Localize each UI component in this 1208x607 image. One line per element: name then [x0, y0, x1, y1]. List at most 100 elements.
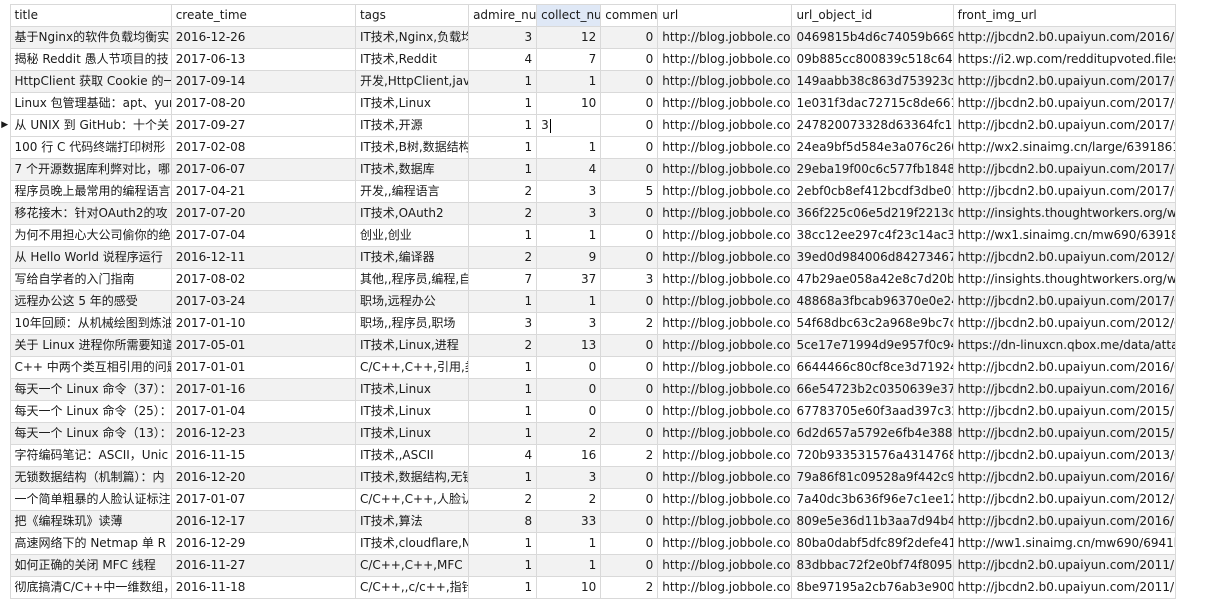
row-selector[interactable] [0, 334, 10, 357]
cell-comment-num[interactable]: 0 [600, 378, 659, 401]
cell-comment-num[interactable]: 5 [600, 180, 659, 203]
results-grid[interactable]: title create_time tags admire_nur collec… [0, 0, 1208, 607]
cell-admire-num[interactable]: 2 [468, 246, 538, 269]
cell-create-time[interactable]: 2017-04-21 [170, 180, 356, 203]
cell-url[interactable]: http://blog.jobbole.com [657, 488, 793, 511]
cell-collect-num[interactable]: 12 [536, 26, 602, 49]
row-selector[interactable] [0, 180, 10, 203]
cell-title[interactable]: HttpClient 获取 Cookie 的一 [9, 70, 172, 93]
cell-tags[interactable]: IT技术,Linux,进程 [354, 334, 470, 357]
cell-url[interactable]: http://blog.jobbole.com [657, 136, 793, 159]
cell-url[interactable]: http://blog.jobbole.com [657, 158, 793, 181]
cell-url[interactable]: http://blog.jobbole.com [657, 26, 793, 49]
cell-comment-num[interactable]: 0 [600, 158, 659, 181]
cell-url-object-id[interactable]: 0469815b4d6c74059b669c [791, 26, 954, 49]
cell-admire-num[interactable]: 3 [468, 26, 538, 49]
cell-create-time[interactable]: 2016-12-26 [170, 26, 356, 49]
cell-comment-num[interactable]: 3 [600, 268, 659, 291]
cell-comment-num[interactable]: 0 [600, 48, 659, 71]
cell-front-img-url[interactable]: http://wx1.sinaimg.cn/mw690/6391861 [952, 224, 1177, 247]
cell-comment-num[interactable]: 0 [600, 246, 659, 269]
cell-comment-num[interactable]: 0 [600, 466, 659, 489]
cell-tags[interactable]: IT技术,Linux [354, 92, 470, 115]
cell-admire-num[interactable]: 1 [468, 290, 538, 313]
cell-url-object-id[interactable]: 66e54723b2c0350639e37f1 [791, 378, 954, 401]
cell-tags[interactable]: 职场,远程办公 [354, 290, 470, 313]
cell-admire-num[interactable]: 2 [468, 488, 538, 511]
cell-comment-num[interactable]: 0 [600, 422, 659, 445]
cell-url-object-id[interactable]: 83dbbac72f2e0bf74f8095c [791, 554, 954, 577]
cell-url-object-id[interactable]: 5ce17e71994d9e957f0c942 [791, 334, 954, 357]
table-row[interactable]: 每天一个 Linux 命令（13）： 2016-12-23 IT技术,Linux 1 2… [0, 422, 1177, 445]
row-selector[interactable] [0, 510, 10, 533]
cell-collect-num[interactable]: 13 [536, 334, 602, 357]
cell-title[interactable]: 一个简单粗暴的人脸认证标注 [9, 488, 172, 511]
cell-admire-num[interactable]: 1 [468, 466, 538, 489]
cell-comment-num[interactable]: 0 [600, 356, 659, 379]
row-selector[interactable] [0, 576, 10, 599]
cell-title[interactable]: 为何不用担心大公司偷你的绝 [9, 224, 172, 247]
cell-title[interactable]: Linux 包管理基础：apt、yur [9, 92, 172, 115]
table-row[interactable]: 把《编程珠玑》读薄 2016-12-17 IT技术,算法 8 33 0 http://blo… [0, 510, 1177, 533]
row-selector[interactable] [0, 70, 10, 93]
cell-title[interactable]: 移花接木：针对OAuth2的攻 [9, 202, 172, 225]
cell-front-img-url[interactable]: http://jbcdn2.b0.upaiyun.com/2016/05 [952, 356, 1177, 379]
cell-collect-num[interactable]: 7 [536, 48, 602, 71]
cell-tags[interactable]: IT技术,B树,数据结构 [354, 136, 470, 159]
cell-front-img-url[interactable]: http://jbcdn2.b0.upaiyun.com/2011/11 [952, 576, 1177, 599]
cell-admire-num[interactable]: 1 [468, 356, 538, 379]
column-header-title[interactable]: title [9, 4, 172, 27]
row-selector[interactable] [0, 444, 10, 467]
cell-url[interactable]: http://blog.jobbole.com [657, 554, 793, 577]
row-selector[interactable] [0, 26, 10, 49]
cell-title[interactable]: 程序员晚上最常用的编程语言 [9, 180, 172, 203]
cell-front-img-url[interactable]: http://jbcdn2.b0.upaiyun.com/2015/10 [952, 400, 1177, 423]
cell-create-time[interactable]: 2017-01-10 [170, 312, 356, 335]
cell-create-time[interactable]: 2017-09-14 [170, 70, 356, 93]
cell-admire-num[interactable]: 1 [468, 224, 538, 247]
cell-title[interactable]: 无锁数据结构（机制篇）：内 [9, 466, 172, 489]
cell-create-time[interactable]: 2017-05-01 [170, 334, 356, 357]
cell-comment-num[interactable]: 0 [600, 92, 659, 115]
cell-url-object-id[interactable]: 48868a3fbcab96370e0e24 [791, 290, 954, 313]
cell-create-time[interactable]: 2016-12-29 [170, 532, 356, 555]
cell-tags[interactable]: IT技术,Nginx,负载均 [354, 26, 470, 49]
cell-url-object-id[interactable]: 39ed0d984006d84273467c [791, 246, 954, 269]
cell-title[interactable]: 每天一个 Linux 命令（13）： [9, 422, 172, 445]
cell-title[interactable]: 写给自学者的入门指南 [9, 268, 172, 291]
row-selector[interactable] [0, 48, 10, 71]
cell-url-object-id[interactable]: 80ba0dabf5dfc89f2defe41 [791, 532, 954, 555]
cell-url-object-id[interactable]: 149aabb38c863d753923c7 [791, 70, 954, 93]
cell-admire-num[interactable]: 1 [468, 158, 538, 181]
cell-create-time[interactable]: 2016-12-11 [170, 246, 356, 269]
cell-comment-num[interactable]: 2 [600, 576, 659, 599]
cell-create-time[interactable]: 2017-07-20 [170, 202, 356, 225]
cell-collect-num[interactable]: 2 [536, 422, 602, 445]
row-selector[interactable] [0, 246, 10, 269]
cell-front-img-url[interactable]: http://jbcdn2.b0.upaiyun.com/2012/03 [952, 312, 1177, 335]
cell-front-img-url[interactable]: https://i2.wp.com/redditupvoted.files. [952, 48, 1177, 71]
table-row[interactable]: 写给自学者的入门指南 2017-08-02 其他,,程序员,编程,自 7 37 3 http… [0, 268, 1177, 291]
cell-tags[interactable]: 职场,,程序员,职场 [354, 312, 470, 335]
cell-title[interactable]: 每天一个 Linux 命令（25）： [9, 400, 172, 423]
cell-admire-num[interactable]: 7 [468, 268, 538, 291]
column-header-front-img-url[interactable]: front_img_url [952, 4, 1177, 27]
cell-tags[interactable]: IT技术,Linux [354, 422, 470, 445]
cell-create-time[interactable]: 2017-09-27 [170, 114, 356, 137]
cell-admire-num[interactable]: 1 [468, 378, 538, 401]
cell-comment-num[interactable]: 0 [600, 136, 659, 159]
cell-collect-num[interactable]: 1 [536, 70, 602, 93]
column-header-tags[interactable]: tags [354, 4, 470, 27]
cell-front-img-url[interactable]: http://ww1.sinaimg.cn/mw690/6941ba [952, 532, 1177, 555]
cell-tags[interactable]: IT技术,数据结构,无锁 [354, 466, 470, 489]
cell-front-img-url[interactable]: http://jbcdn2.b0.upaiyun.com/2017/06 [952, 158, 1177, 181]
cell-collect-num[interactable]: 33 [536, 510, 602, 533]
table-row[interactable]: 从 Hello World 说程序运行 2016-12-11 IT技术,编译器 2 9 0… [0, 246, 1177, 269]
cell-url[interactable]: http://blog.jobbole.com [657, 268, 793, 291]
row-selector[interactable] [0, 400, 10, 423]
cell-front-img-url[interactable]: http://jbcdn2.b0.upaiyun.com/2016/04 [952, 466, 1177, 489]
cell-front-img-url[interactable]: http://wx2.sinaimg.cn/large/63918611 [952, 136, 1177, 159]
table-row[interactable]: HttpClient 获取 Cookie 的一 2017-09-14 开发,Http… [0, 70, 1177, 93]
cell-collect-num[interactable]: 2 [536, 488, 602, 511]
cell-url[interactable]: http://blog.jobbole.com [657, 70, 793, 93]
